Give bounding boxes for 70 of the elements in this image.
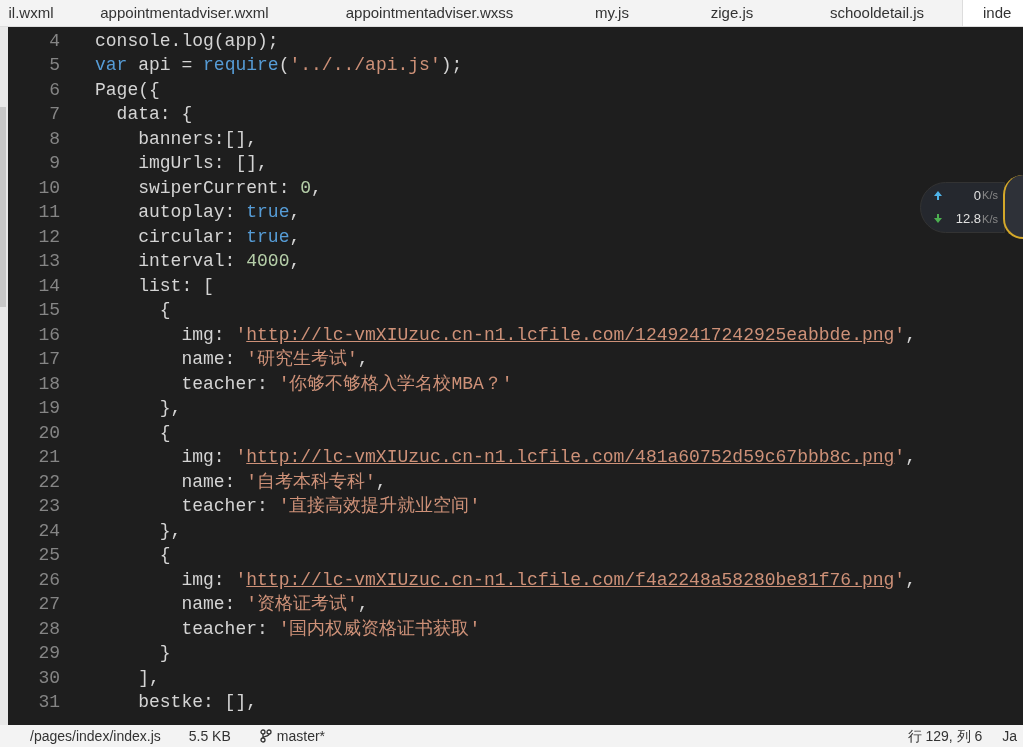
code-line: ], bbox=[137, 666, 160, 690]
language-mode: Ja bbox=[1002, 726, 1018, 746]
line-number: 11 bbox=[37, 201, 60, 225]
line-number: 30 bbox=[37, 666, 60, 690]
upload-arrow-icon bbox=[933, 189, 944, 201]
line-number: 28 bbox=[37, 617, 60, 641]
code-line: name: '资格证考试', bbox=[180, 593, 369, 617]
code-line: var api = require('../../api.js'); bbox=[95, 54, 463, 78]
code-line: name: '自考本科专科', bbox=[180, 470, 387, 494]
file-tab[interactable]: inde bbox=[962, 0, 1023, 26]
code-line: teacher: '直接高效提升就业空间' bbox=[180, 495, 481, 519]
line-number: 25 bbox=[37, 544, 60, 568]
branch-name: master* bbox=[276, 726, 326, 746]
line-number: 29 bbox=[37, 642, 60, 666]
line-number: 8 bbox=[48, 127, 60, 151]
line-number: 14 bbox=[37, 274, 60, 298]
code-line: console.log(app); bbox=[95, 29, 279, 53]
line-number: 22 bbox=[37, 470, 60, 494]
line-number: 24 bbox=[37, 519, 60, 543]
line-number: 18 bbox=[37, 372, 60, 396]
speed-unit: K/s bbox=[982, 188, 998, 203]
code-line: img: 'http://lc-vmXIUzuc.cn-n1.lcfile.com/481a60752d59c67bbb8c.png', bbox=[180, 446, 916, 470]
code-line: }, bbox=[158, 519, 182, 543]
line-number: 17 bbox=[37, 348, 60, 372]
code-line: teacher: '国内权威资格证书获取' bbox=[180, 617, 481, 641]
code-line: Page({ bbox=[95, 78, 160, 102]
speed-value: 12.8 bbox=[954, 210, 982, 228]
line-number: 7 bbox=[48, 103, 60, 127]
file-size: 5.5 KB bbox=[188, 726, 231, 746]
code-line: bestke: [], bbox=[137, 691, 258, 715]
code-line: list: [ bbox=[137, 274, 214, 298]
line-number: 6 bbox=[48, 78, 60, 102]
code-line: teacher: '你够不够格入学名校MBA？' bbox=[180, 372, 513, 396]
code-line: autoplay: true, bbox=[137, 201, 301, 225]
line-number: 16 bbox=[37, 323, 60, 347]
line-number: 23 bbox=[37, 495, 60, 519]
line-number: 13 bbox=[37, 250, 60, 274]
download-arrow-icon bbox=[933, 213, 944, 225]
line-number: 19 bbox=[37, 397, 60, 421]
code-line: } bbox=[158, 642, 171, 666]
cursor-position: 行 129, 列 6 bbox=[907, 726, 983, 746]
code-line: }, bbox=[158, 397, 182, 421]
line-number: 21 bbox=[37, 446, 60, 470]
line-number: 26 bbox=[37, 568, 60, 592]
line-number: 20 bbox=[37, 421, 60, 445]
code-line: imgUrls: [], bbox=[137, 152, 268, 176]
code-line: { bbox=[158, 544, 171, 568]
scrollbar-thumb[interactable] bbox=[0, 107, 6, 307]
code-line: swiperCurrent: 0, bbox=[137, 176, 322, 200]
code-line: data: { bbox=[115, 103, 193, 127]
code-line: banners:[], bbox=[137, 127, 258, 151]
line-number: 4 bbox=[48, 29, 60, 53]
speed-value: 0 bbox=[972, 186, 982, 205]
code-line: img: 'http://lc-vmXIUzuc.cn-n1.lcfile.com/f4a2248a58280be81f76.png', bbox=[180, 568, 916, 592]
line-number: 12 bbox=[37, 225, 60, 249]
line-number: 10 bbox=[37, 176, 60, 200]
line-number: 27 bbox=[37, 593, 60, 617]
code-line: interval: 4000, bbox=[137, 250, 301, 274]
file-path: /pages/index/index.js bbox=[30, 726, 161, 746]
line-number: 15 bbox=[37, 299, 60, 323]
line-number: 9 bbox=[48, 152, 60, 176]
code-line: { bbox=[158, 299, 171, 323]
code-line: { bbox=[158, 421, 171, 445]
line-number: 5 bbox=[48, 54, 60, 78]
code-line: circular: true, bbox=[137, 225, 301, 249]
line-number: 31 bbox=[37, 691, 60, 715]
branch-icon bbox=[258, 729, 273, 743]
code-line: name: '研究生考试', bbox=[180, 348, 369, 372]
code-line: img: 'http://lc-vmXIUzuc.cn-n1.lcfile.com/12492417242925eabbde.png', bbox=[180, 323, 916, 347]
speed-unit: K/s bbox=[982, 211, 998, 227]
